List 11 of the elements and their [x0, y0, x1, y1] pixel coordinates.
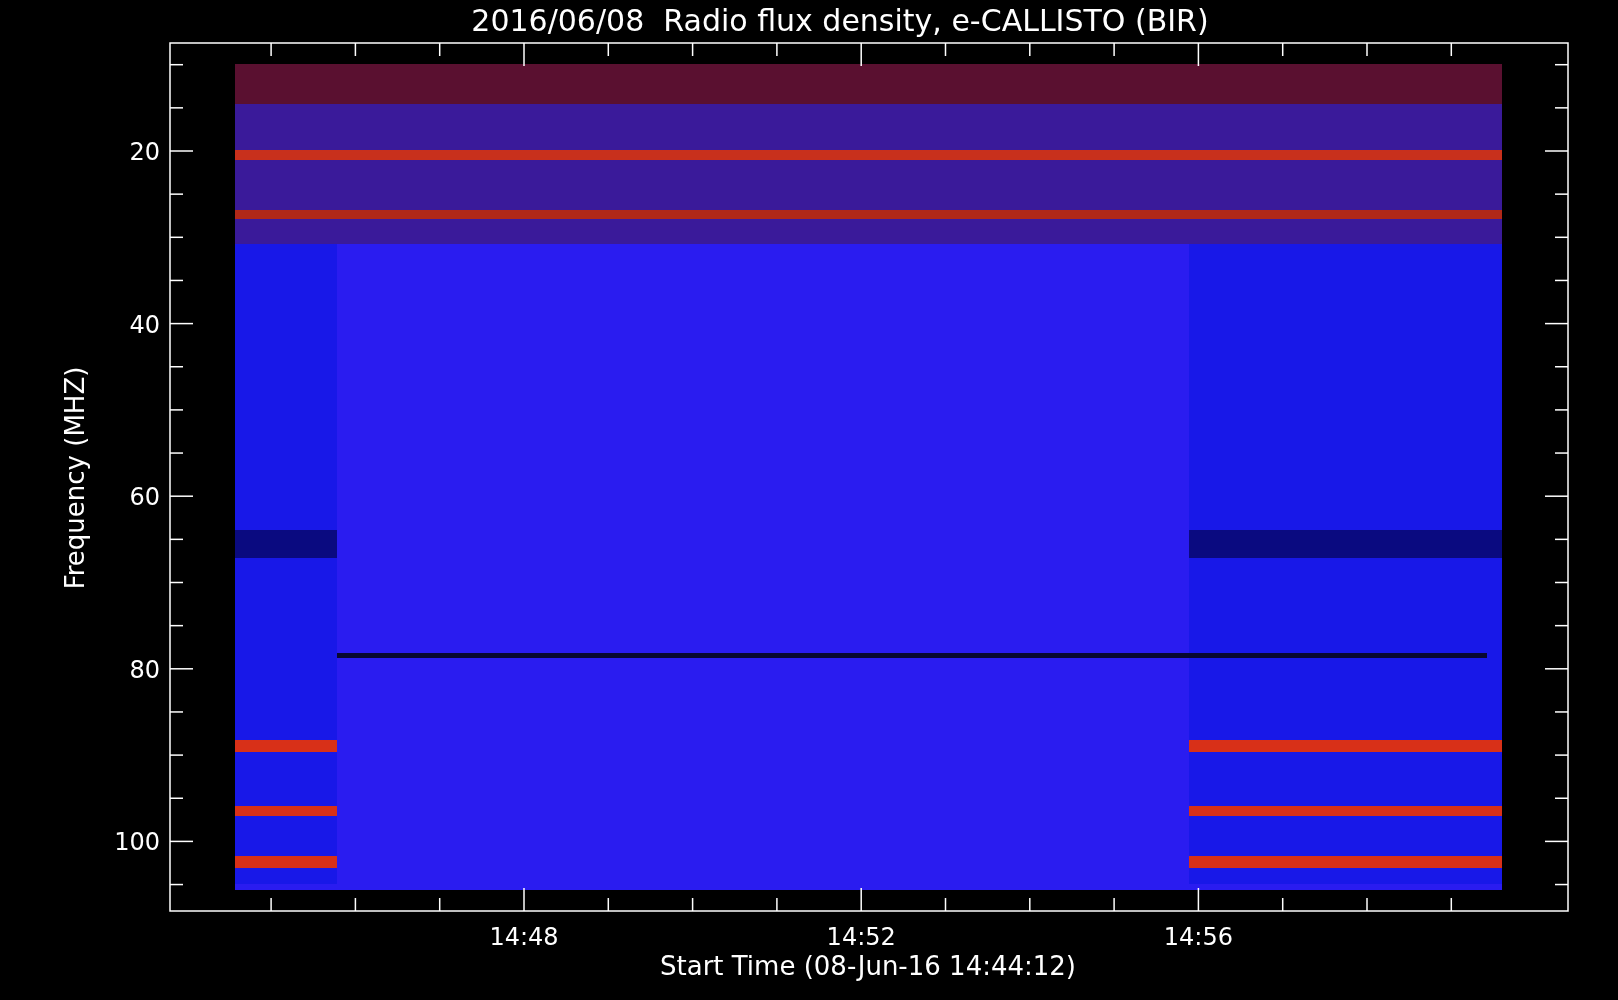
- x-tick-label: 14:48: [489, 923, 559, 951]
- y-axis-label: Frequency (MHZ): [60, 366, 90, 590]
- x-tick-label: 14:56: [1163, 923, 1233, 951]
- y-tick-label: 20: [129, 138, 160, 166]
- chart-title: 2016/06/08 Radio flux density, e-CALLISTO (BIR): [471, 3, 1209, 38]
- y-tick-label: 40: [129, 310, 160, 339]
- x-tick-label: 14:52: [826, 923, 896, 951]
- y-tick-label: 60: [129, 483, 160, 512]
- x-axis-label: Start Time (08-Jun-16 14:44:12): [660, 951, 1076, 981]
- y-tick-label: 80: [129, 655, 160, 684]
- y-tick-label: 100: [114, 828, 160, 857]
